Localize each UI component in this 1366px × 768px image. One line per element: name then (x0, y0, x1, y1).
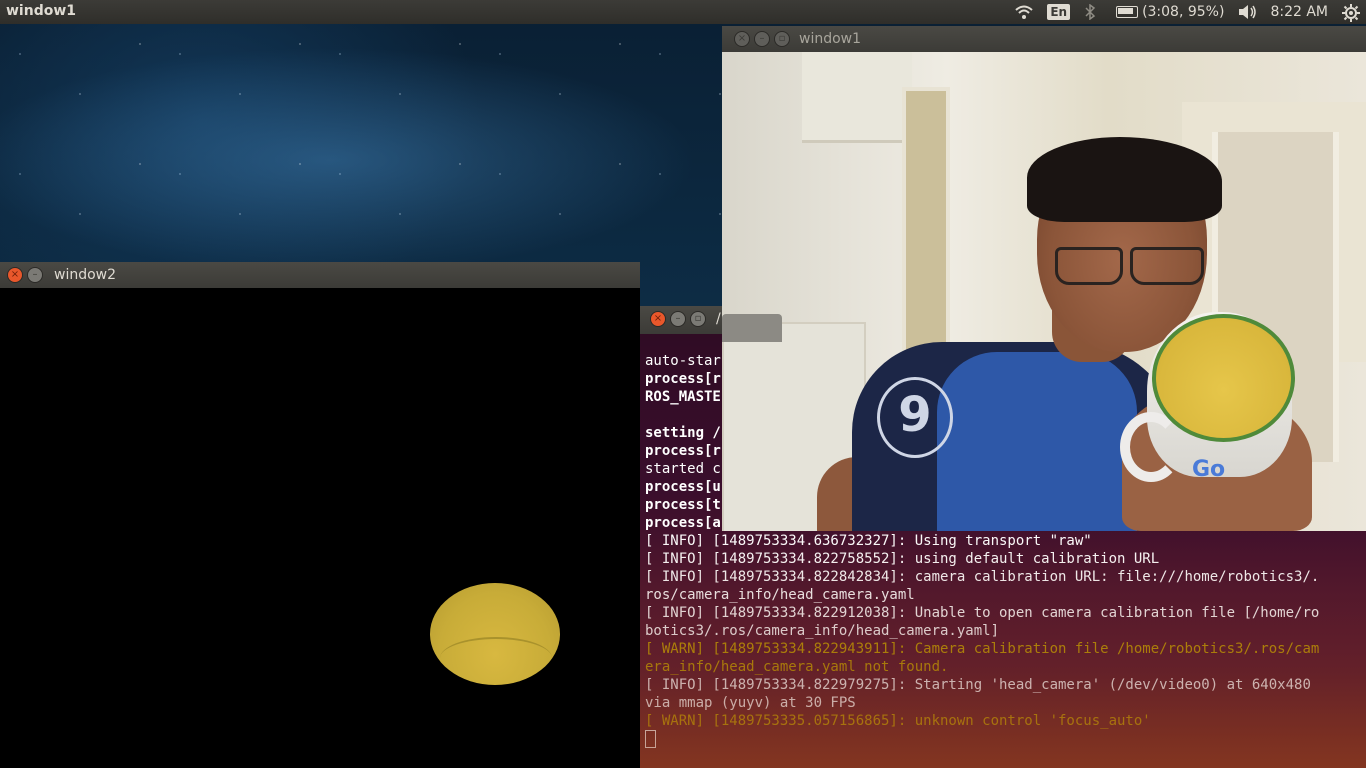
battery-icon (1116, 6, 1139, 18)
window2-titlebar[interactable]: × – window2 (0, 262, 640, 288)
battery-indicator[interactable]: (3:08, 95%) (1116, 4, 1224, 20)
mask-view (0, 288, 640, 768)
clock[interactable]: 8:22 AM (1270, 4, 1328, 20)
shirt-logo: 9 (877, 377, 953, 458)
terminal-line: botics3/.ros/camera_info/head_camera.yam… (645, 623, 1000, 639)
terminal-line: [ INFO] [1489753334.822979275]: Starting… (645, 677, 1311, 693)
window2[interactable]: × – window2 (0, 262, 640, 768)
top-panel: window1 En (3:08, 95%) 8:22 AM (0, 0, 1366, 24)
window1[interactable]: × – ▫ window1 9 Go (722, 26, 1366, 531)
terminal-line: [ INFO] [1489753334.822758552]: using de… (645, 551, 1160, 567)
terminal-line: [ INFO] [1489753334.822912038]: Unable t… (645, 605, 1320, 621)
maximize-button[interactable]: ▫ (774, 31, 790, 47)
indicator-area: En (3:08, 95%) 8:22 AM (1015, 0, 1360, 24)
starfield (0, 24, 722, 264)
close-button[interactable]: × (7, 267, 23, 283)
window-title: window2 (54, 267, 117, 283)
window-title: window1 (799, 31, 862, 47)
cabinet (802, 52, 912, 143)
minimize-button[interactable]: – (754, 31, 770, 47)
terminal-line: era_info/head_camera.yaml not found. (645, 659, 949, 675)
glasses-left-lens (1055, 247, 1123, 285)
person-shirt-panel (937, 352, 1137, 531)
camera-feed: 9 Go (722, 52, 1366, 531)
terminal-line: [ INFO] [1489753334.822842834]: camera c… (645, 569, 1320, 585)
minimize-button[interactable]: – (27, 267, 43, 283)
terminal-title: / (716, 311, 721, 327)
window1-titlebar[interactable]: × – ▫ window1 (722, 26, 1366, 52)
glasses-right-lens (1130, 247, 1204, 285)
settings-gear-icon[interactable] (1342, 4, 1360, 22)
pot (722, 314, 782, 342)
mug-logo: Go (1192, 457, 1226, 482)
close-button[interactable]: × (734, 31, 750, 47)
terminal-line: [ INFO] [1489753334.636732327]: Using tr… (645, 533, 1092, 549)
terminal-line: [ WARN] [1489753335.057156865]: unknown … (645, 713, 1151, 729)
terminal-line: [ WARN] [1489753334.822943911]: Camera c… (645, 641, 1320, 657)
person-hair (1027, 137, 1222, 222)
battery-text: (3:08, 95%) (1142, 4, 1225, 20)
keyboard-layout-indicator[interactable]: En (1047, 4, 1071, 20)
maximize-button[interactable]: ▫ (690, 311, 706, 327)
terminal-line: via mmap (yuyv) at 30 FPS (645, 695, 856, 711)
close-button[interactable]: × (650, 311, 666, 327)
detected-mug-blob (430, 583, 560, 685)
bluetooth-icon[interactable] (1084, 3, 1102, 21)
wifi-icon[interactable] (1015, 4, 1033, 20)
minimize-button[interactable]: – (670, 311, 686, 327)
terminal-line: ros/camera_info/head_camera.yaml (645, 587, 915, 603)
text-cursor (645, 730, 656, 748)
active-app-title: window1 (6, 3, 77, 19)
terminal-prompt[interactable] (645, 730, 1366, 748)
mug-interior (1152, 314, 1295, 442)
volume-icon[interactable] (1238, 4, 1257, 20)
door (902, 87, 950, 385)
